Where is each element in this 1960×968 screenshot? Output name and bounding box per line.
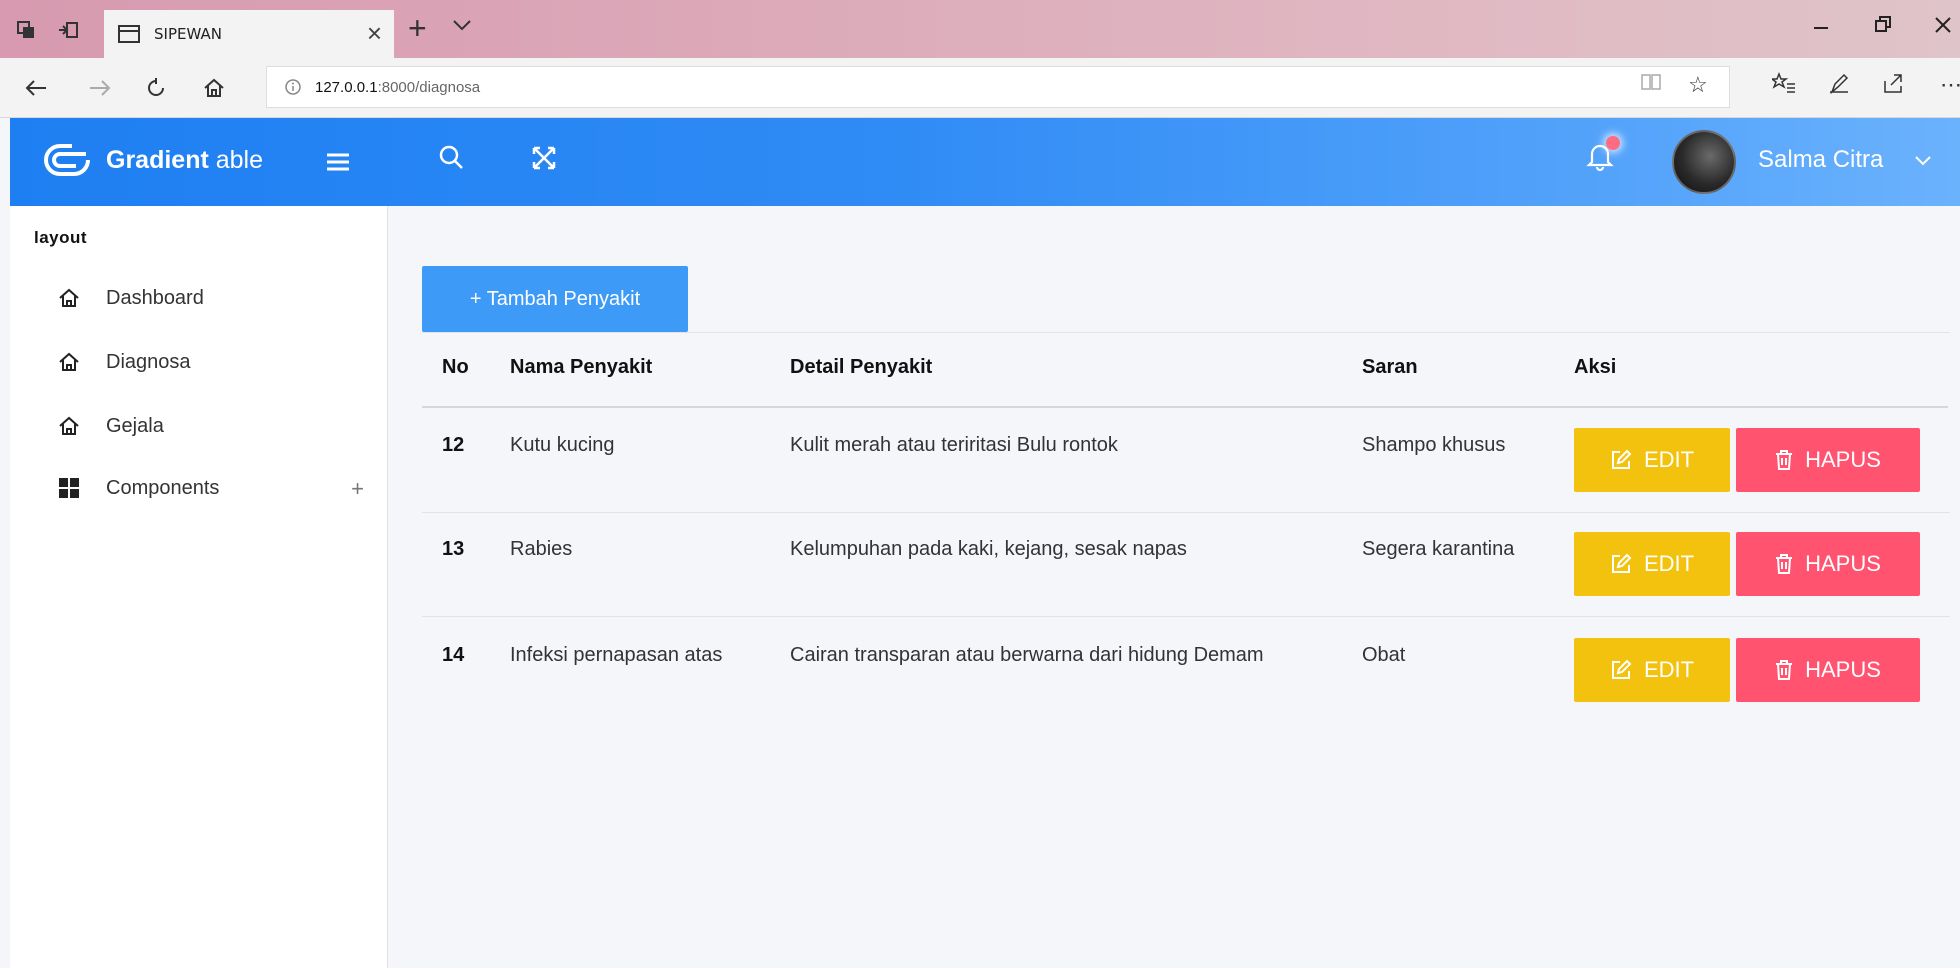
- tab-actions-icon[interactable]: [12, 16, 40, 44]
- row-divider: [422, 512, 1950, 513]
- edit-button[interactable]: EDIT: [1574, 428, 1730, 492]
- expand-plus-icon[interactable]: +: [351, 476, 364, 502]
- user-name[interactable]: Salma Citra: [1758, 146, 1883, 174]
- url-path: :8000/diagnosa: [377, 78, 481, 96]
- edit-button[interactable]: EDIT: [1574, 532, 1730, 596]
- brand-name: Gradient able: [106, 146, 263, 175]
- edit-label: EDIT: [1643, 551, 1695, 576]
- cell-detail: Cairan transparan atau berwarna dari hid…: [790, 644, 1264, 666]
- address-bar[interactable]: 127.0.0.1:8000/diagnosa: [266, 66, 1730, 108]
- column-header-nama: Nama Penyakit: [510, 356, 653, 378]
- cell-saran: Segera karantina: [1362, 538, 1515, 560]
- sidebar-item-label: Dashboard: [106, 286, 204, 309]
- column-header-detail: Detail Penyakit: [790, 356, 933, 378]
- home-icon: [59, 288, 79, 307]
- sidebar-caption: layout: [34, 228, 88, 247]
- info-icon: [285, 79, 301, 95]
- sidebar-item-gejala[interactable]: Gejala: [58, 406, 378, 446]
- add-disease-button[interactable]: + Tambah Penyakit: [422, 266, 688, 332]
- delete-label: HAPUS: [1805, 551, 1881, 576]
- cell-no: 13: [442, 538, 465, 560]
- edit-button[interactable]: EDIT: [1574, 638, 1730, 702]
- brand-bold: Gradient: [106, 145, 209, 174]
- refresh-icon[interactable]: [140, 72, 172, 104]
- row-divider: [422, 616, 1950, 617]
- sidebar-item-diagnosa[interactable]: Diagnosa: [58, 342, 378, 382]
- cell-detail: Kulit merah atau teriritasi Bulu rontok: [790, 434, 1118, 456]
- restore-icon[interactable]: [1874, 14, 1892, 40]
- edit-icon: [1611, 553, 1632, 573]
- home-icon: [59, 416, 79, 435]
- delete-label: HAPUS: [1805, 657, 1881, 682]
- edit-icon: [1611, 659, 1632, 679]
- browser-nav-bar: 127.0.0.1:8000/diagnosa ☆ ⋯: [0, 58, 1960, 118]
- trash-icon: [1776, 660, 1793, 680]
- favorites-list-icon[interactable]: [1769, 71, 1796, 100]
- cell-no: 12: [442, 434, 465, 456]
- cell-detail: Kelumpuhan pada kaki, kejang, sesak napa…: [790, 538, 1187, 560]
- sidebar: layout Dashboard Diagnosa Gejala Compone…: [10, 206, 388, 968]
- divider: [422, 332, 1950, 333]
- url-host: 127.0.0.1: [315, 78, 378, 96]
- search-icon[interactable]: [438, 144, 466, 177]
- notification-badge: [1606, 136, 1620, 150]
- brand-light: able: [215, 145, 264, 174]
- edit-label: EDIT: [1643, 447, 1695, 472]
- more-icon[interactable]: ⋯: [1940, 72, 1960, 98]
- page-icon: [118, 25, 140, 43]
- cell-saran: Shampo khusus: [1362, 434, 1506, 456]
- app-header: Gradient able Salma Citra: [10, 118, 1960, 206]
- share-icon[interactable]: [1882, 72, 1904, 100]
- menu-toggle-icon[interactable]: [326, 152, 350, 177]
- sidebar-item-label: Diagnosa: [106, 350, 191, 373]
- new-tab-icon[interactable]: +: [408, 10, 427, 47]
- avatar[interactable]: [1672, 130, 1736, 194]
- trash-icon: [1776, 554, 1793, 574]
- forward-icon[interactable]: [84, 72, 116, 104]
- pen-notes-icon[interactable]: [1828, 72, 1850, 100]
- delete-button[interactable]: HAPUS: [1736, 638, 1920, 702]
- home-icon: [59, 352, 79, 371]
- close-window-icon[interactable]: [1934, 14, 1952, 40]
- fullscreen-icon[interactable]: [530, 144, 558, 177]
- close-tab-icon[interactable]: ×: [367, 18, 382, 49]
- logo-icon: [44, 144, 90, 176]
- trash-icon: [1776, 450, 1793, 470]
- delete-button[interactable]: HAPUS: [1736, 532, 1920, 596]
- delete-button[interactable]: HAPUS: [1736, 428, 1920, 492]
- sidebar-item-dashboard[interactable]: Dashboard: [58, 278, 378, 318]
- tab-title: SIPEWAN: [154, 25, 222, 43]
- sidebar-item-components[interactable]: Components +: [58, 468, 378, 508]
- browser-tab-strip: SIPEWAN × +: [0, 0, 1960, 58]
- cell-nama: Kutu kucing: [510, 434, 615, 456]
- minimize-icon[interactable]: [1812, 14, 1830, 40]
- cell-no: 14: [442, 644, 465, 666]
- grid-icon: [59, 478, 79, 498]
- sidebar-item-label: Components: [106, 476, 220, 499]
- column-header-saran: Saran: [1362, 356, 1418, 378]
- delete-label: HAPUS: [1805, 447, 1881, 472]
- favorite-star-icon[interactable]: ☆: [1688, 72, 1708, 98]
- column-header-aksi: Aksi: [1574, 356, 1617, 378]
- tab-list-chevron-icon[interactable]: [452, 18, 472, 37]
- cell-nama: Infeksi pernapasan atas: [510, 644, 723, 666]
- back-icon[interactable]: [20, 72, 52, 104]
- home-browser-icon[interactable]: [198, 72, 230, 104]
- browser-tab[interactable]: SIPEWAN ×: [104, 10, 394, 58]
- chevron-down-icon[interactable]: [1914, 154, 1932, 172]
- edit-icon: [1611, 449, 1632, 469]
- header-divider: [422, 406, 1948, 408]
- edit-label: EDIT: [1643, 657, 1695, 682]
- set-aside-tabs-icon[interactable]: [54, 16, 82, 44]
- brand-logo[interactable]: Gradient able: [42, 140, 263, 180]
- cell-nama: Rabies: [510, 538, 573, 560]
- column-header-no: No: [442, 356, 469, 378]
- reading-view-icon[interactable]: [1640, 72, 1662, 98]
- sidebar-item-label: Gejala: [106, 414, 164, 437]
- cell-saran: Obat: [1362, 644, 1406, 666]
